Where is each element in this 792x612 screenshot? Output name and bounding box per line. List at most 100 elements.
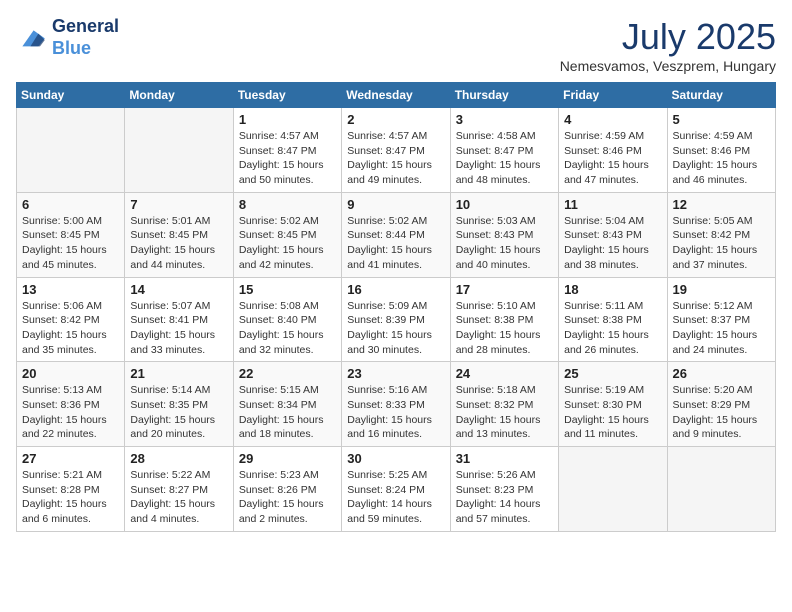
- calendar-week-row: 6 Sunrise: 5:00 AM Sunset: 8:45 PM Daylig…: [17, 192, 776, 277]
- day-number: 25: [564, 366, 661, 381]
- calendar-cell: 25 Sunrise: 5:19 AM Sunset: 8:30 PM Dayli…: [559, 362, 667, 447]
- calendar-cell: 5 Sunrise: 4:59 AM Sunset: 8:46 PM Daylig…: [667, 108, 775, 193]
- day-number: 30: [347, 451, 444, 466]
- day-info: Sunrise: 5:13 AM Sunset: 8:36 PM Dayligh…: [22, 383, 119, 442]
- day-number: 29: [239, 451, 336, 466]
- day-number: 10: [456, 197, 553, 212]
- day-info: Sunrise: 5:08 AM Sunset: 8:40 PM Dayligh…: [239, 299, 336, 358]
- day-number: 17: [456, 282, 553, 297]
- day-info: Sunrise: 4:59 AM Sunset: 8:46 PM Dayligh…: [673, 129, 770, 188]
- day-number: 8: [239, 197, 336, 212]
- month-title: July 2025: [560, 16, 776, 58]
- day-info: Sunrise: 5:19 AM Sunset: 8:30 PM Dayligh…: [564, 383, 661, 442]
- day-number: 12: [673, 197, 770, 212]
- page-header: General Blue July 2025 Nemesvamos, Veszp…: [16, 16, 776, 74]
- day-number: 2: [347, 112, 444, 127]
- day-number: 20: [22, 366, 119, 381]
- calendar-cell: 14 Sunrise: 5:07 AM Sunset: 8:41 PM Dayli…: [125, 277, 233, 362]
- calendar-cell: 3 Sunrise: 4:58 AM Sunset: 8:47 PM Daylig…: [450, 108, 558, 193]
- day-number: 11: [564, 197, 661, 212]
- weekday-header: Saturday: [667, 83, 775, 108]
- calendar-cell: 26Sunrise: 5:20 AM Sunset: 8:29 PM Dayli…: [667, 362, 775, 447]
- day-number: 13: [22, 282, 119, 297]
- day-info: Sunrise: 4:57 AM Sunset: 8:47 PM Dayligh…: [239, 129, 336, 188]
- logo: General Blue: [16, 16, 119, 59]
- calendar-cell: 13 Sunrise: 5:06 AM Sunset: 8:42 PM Dayli…: [17, 277, 125, 362]
- weekday-header: Tuesday: [233, 83, 341, 108]
- calendar-cell: 24 Sunrise: 5:18 AM Sunset: 8:32 PM Dayli…: [450, 362, 558, 447]
- day-info: Sunrise: 5:06 AM Sunset: 8:42 PM Dayligh…: [22, 299, 119, 358]
- calendar-cell: 30 Sunrise: 5:25 AM Sunset: 8:24 PM Dayli…: [342, 447, 450, 532]
- day-info: Sunrise: 5:25 AM Sunset: 8:24 PM Dayligh…: [347, 468, 444, 527]
- location-subtitle: Nemesvamos, Veszprem, Hungary: [560, 58, 776, 74]
- weekday-header: Sunday: [17, 83, 125, 108]
- day-number: 24: [456, 366, 553, 381]
- weekday-header: Monday: [125, 83, 233, 108]
- day-number: 19: [673, 282, 770, 297]
- day-number: 7: [130, 197, 227, 212]
- day-info: Sunrise: 5:16 AM Sunset: 8:33 PM Dayligh…: [347, 383, 444, 442]
- day-info: Sunrise: 5:05 AM Sunset: 8:42 PM Dayligh…: [673, 214, 770, 273]
- day-number: 18: [564, 282, 661, 297]
- calendar-cell: 11 Sunrise: 5:04 AM Sunset: 8:43 PM Dayli…: [559, 192, 667, 277]
- calendar-cell: 18 Sunrise: 5:11 AM Sunset: 8:38 PM Dayli…: [559, 277, 667, 362]
- logo-text: General Blue: [52, 16, 119, 59]
- calendar-cell: 8 Sunrise: 5:02 AM Sunset: 8:45 PM Daylig…: [233, 192, 341, 277]
- calendar-cell: [17, 108, 125, 193]
- day-info: Sunrise: 5:21 AM Sunset: 8:28 PM Dayligh…: [22, 468, 119, 527]
- day-number: 14: [130, 282, 227, 297]
- day-info: Sunrise: 4:58 AM Sunset: 8:47 PM Dayligh…: [456, 129, 553, 188]
- day-info: Sunrise: 5:03 AM Sunset: 8:43 PM Dayligh…: [456, 214, 553, 273]
- day-info: Sunrise: 5:07 AM Sunset: 8:41 PM Dayligh…: [130, 299, 227, 358]
- logo-icon: [16, 24, 48, 52]
- weekday-header: Friday: [559, 83, 667, 108]
- calendar-cell: 6 Sunrise: 5:00 AM Sunset: 8:45 PM Daylig…: [17, 192, 125, 277]
- day-number: 22: [239, 366, 336, 381]
- calendar-cell: 31Sunrise: 5:26 AM Sunset: 8:23 PM Dayli…: [450, 447, 558, 532]
- day-info: Sunrise: 5:12 AM Sunset: 8:37 PM Dayligh…: [673, 299, 770, 358]
- calendar-cell: 4Sunrise: 4:59 AM Sunset: 8:46 PM Daylig…: [559, 108, 667, 193]
- calendar-cell: 23 Sunrise: 5:16 AM Sunset: 8:33 PM Dayli…: [342, 362, 450, 447]
- day-number: 9: [347, 197, 444, 212]
- day-info: Sunrise: 5:04 AM Sunset: 8:43 PM Dayligh…: [564, 214, 661, 273]
- calendar-cell: 27 Sunrise: 5:21 AM Sunset: 8:28 PM Dayli…: [17, 447, 125, 532]
- calendar-cell: 20 Sunrise: 5:13 AM Sunset: 8:36 PM Dayli…: [17, 362, 125, 447]
- day-number: 27: [22, 451, 119, 466]
- day-info: Sunrise: 5:15 AM Sunset: 8:34 PM Dayligh…: [239, 383, 336, 442]
- calendar-cell: 7 Sunrise: 5:01 AM Sunset: 8:45 PM Daylig…: [125, 192, 233, 277]
- day-info: Sunrise: 5:09 AM Sunset: 8:39 PM Dayligh…: [347, 299, 444, 358]
- calendar-cell: 2Sunrise: 4:57 AM Sunset: 8:47 PM Daylig…: [342, 108, 450, 193]
- calendar-week-row: 1 Sunrise: 4:57 AM Sunset: 8:47 PM Daylig…: [17, 108, 776, 193]
- calendar-cell: 19 Sunrise: 5:12 AM Sunset: 8:37 PM Dayli…: [667, 277, 775, 362]
- day-info: Sunrise: 5:02 AM Sunset: 8:45 PM Dayligh…: [239, 214, 336, 273]
- title-block: July 2025 Nemesvamos, Veszprem, Hungary: [560, 16, 776, 74]
- day-info: Sunrise: 4:59 AM Sunset: 8:46 PM Dayligh…: [564, 129, 661, 188]
- day-info: Sunrise: 5:23 AM Sunset: 8:26 PM Dayligh…: [239, 468, 336, 527]
- calendar-cell: [667, 447, 775, 532]
- day-info: Sunrise: 5:01 AM Sunset: 8:45 PM Dayligh…: [130, 214, 227, 273]
- day-info: Sunrise: 5:00 AM Sunset: 8:45 PM Dayligh…: [22, 214, 119, 273]
- day-number: 16: [347, 282, 444, 297]
- calendar-cell: 21 Sunrise: 5:14 AM Sunset: 8:35 PM Dayli…: [125, 362, 233, 447]
- day-info: Sunrise: 5:18 AM Sunset: 8:32 PM Dayligh…: [456, 383, 553, 442]
- day-info: Sunrise: 5:10 AM Sunset: 8:38 PM Dayligh…: [456, 299, 553, 358]
- day-number: 1: [239, 112, 336, 127]
- calendar-cell: 12 Sunrise: 5:05 AM Sunset: 8:42 PM Dayli…: [667, 192, 775, 277]
- calendar-cell: 22 Sunrise: 5:15 AM Sunset: 8:34 PM Dayli…: [233, 362, 341, 447]
- day-info: Sunrise: 5:02 AM Sunset: 8:44 PM Dayligh…: [347, 214, 444, 273]
- day-number: 6: [22, 197, 119, 212]
- day-info: Sunrise: 5:26 AM Sunset: 8:23 PM Dayligh…: [456, 468, 553, 527]
- day-number: 23: [347, 366, 444, 381]
- day-info: Sunrise: 5:22 AM Sunset: 8:27 PM Dayligh…: [130, 468, 227, 527]
- calendar-table: SundayMondayTuesdayWednesdayThursdayFrid…: [16, 82, 776, 532]
- calendar-cell: 17 Sunrise: 5:10 AM Sunset: 8:38 PM Dayli…: [450, 277, 558, 362]
- day-number: 21: [130, 366, 227, 381]
- day-info: Sunrise: 5:11 AM Sunset: 8:38 PM Dayligh…: [564, 299, 661, 358]
- calendar-week-row: 20 Sunrise: 5:13 AM Sunset: 8:36 PM Dayli…: [17, 362, 776, 447]
- day-info: Sunrise: 5:14 AM Sunset: 8:35 PM Dayligh…: [130, 383, 227, 442]
- calendar-week-row: 13 Sunrise: 5:06 AM Sunset: 8:42 PM Dayli…: [17, 277, 776, 362]
- calendar-week-row: 27 Sunrise: 5:21 AM Sunset: 8:28 PM Dayli…: [17, 447, 776, 532]
- calendar-cell: [125, 108, 233, 193]
- day-number: 5: [673, 112, 770, 127]
- day-number: 3: [456, 112, 553, 127]
